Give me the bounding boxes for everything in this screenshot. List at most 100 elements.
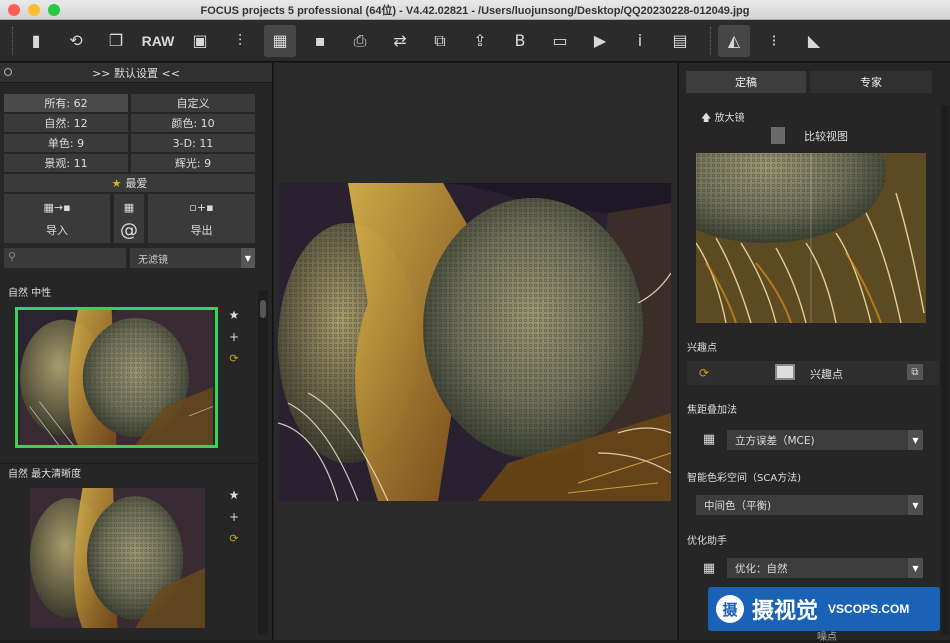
search-input[interactable]: ⚲ [4,248,126,268]
import-button[interactable]: 导入 [4,217,110,243]
tab-expert[interactable]: 专家 [810,71,932,93]
category-mono[interactable]: 单色: 9 [4,134,128,152]
favorite-star-icon[interactable]: ★ [229,488,240,502]
stack-section-title: 焦距叠加法 [687,405,737,416]
poi-label: 兴趣点 [810,368,843,381]
preset-category-grid: 所有: 62 自定义 自然: 12 颜色: 10 单色: 9 3-D: 11 景… [4,94,256,172]
info-icon[interactable]: i [624,25,656,57]
toolbar-separator [12,26,14,55]
window-controls [8,4,60,16]
watermark-cn: 摄视觉 [752,599,819,624]
tools-panel: 定稿 专家 🡅 放大镜 比较视图 兴趣点 ⟳ 兴趣点 ⧉ 焦距叠加法 ▦ 立方误… [678,63,950,643]
preset-thumbnail-image [30,488,205,628]
main-photo[interactable] [278,183,671,501]
copy-settings-icon[interactable]: ❐ [100,25,132,57]
close-window-button[interactable] [8,4,20,16]
magnifier-preview[interactable] [696,153,926,323]
preset-thumbnail-selected[interactable] [15,307,218,448]
bookmark-icon[interactable]: B [504,25,536,57]
histogram-icon[interactable]: ▤ [664,25,696,57]
title-bar: FOCUS projects 5 professional (64位) - V4… [0,0,950,20]
presets-header[interactable]: >> 默认设置 << [0,63,272,83]
filter-value: 无滤镜 [138,254,168,266]
category-landscape[interactable]: 景观: 11 [4,154,128,172]
watermark-icon: 摄 [716,595,744,623]
main-toolbar: ▮ ⟲ ❐ RAW ▣ ⫶ ▦ ▪ ⎙ ⇄ ⧉ ⇪ B ▭ ▶ i ▤ ◭ ⁝ … [0,20,950,62]
swap-icon[interactable]: ⟳ [229,352,238,365]
compare-icon[interactable]: ◭ [718,24,750,57]
preset-title: 自然 最大清晰度 [0,463,258,480]
stack-method-select[interactable]: 立方误差（MCE) ▼ [727,430,923,450]
grid-to-save-icon: ▦→▪ [43,200,71,214]
maximize-window-button[interactable] [48,4,60,16]
favorites-button[interactable]: ★ 最爱 [4,174,255,192]
category-all[interactable]: 所有: 62 [4,94,128,112]
compare-toggle-icon[interactable] [771,127,785,144]
raw-icon[interactable]: RAW [140,25,176,57]
flip-icon[interactable]: ◣ [798,25,830,57]
batch-icon[interactable]: ⇄ [384,25,416,57]
color-space-select[interactable]: 中间色（平衡) ▼ [696,495,923,515]
watermark-en: VSCOPS.COM [828,602,910,616]
category-glow[interactable]: 辉光: 9 [131,154,255,172]
tab-final[interactable]: 定稿 [686,71,806,93]
presets-panel: >> 默认设置 << 所有: 62 自定义 自然: 12 颜色: 10 单色: … [0,63,273,640]
favorite-star-icon[interactable]: ★ [229,308,240,322]
category-color[interactable]: 颜色: 10 [131,114,255,132]
crop-icon[interactable]: ⁝ [758,25,790,57]
chevron-down-icon: ▼ [908,495,923,515]
category-3d[interactable]: 3-D: 11 [131,134,255,152]
tools-icon[interactable]: ⫶ [224,25,256,57]
grid-icon: ▦ [123,200,135,214]
export-button[interactable]: 导出 [148,217,255,243]
save-icon[interactable]: ▪ [304,25,336,57]
preset-actions: ★ + ⟳ [226,488,242,545]
document-icon[interactable]: ▮ [20,25,52,57]
grid-settings-icon[interactable]: ▦ [698,430,720,448]
history-icon[interactable]: ⟲ [60,25,92,57]
minimize-window-button[interactable] [28,4,40,16]
image-viewer[interactable] [274,63,677,640]
color-section-title: 智能色彩空间（SCA方法) [687,473,802,484]
slideshow-icon[interactable]: ▭ [544,25,576,57]
window-title: FOCUS projects 5 professional (64位) - V4… [200,4,750,17]
optimize-select[interactable]: 优化：自然 ▼ [727,558,923,578]
export-icon[interactable]: ⧉ [424,25,456,57]
add-icon[interactable]: + [229,510,239,524]
add-icon[interactable]: + [229,330,239,344]
presets-icon[interactable]: ▦ [264,24,296,57]
tools-scrollbar[interactable] [941,105,949,635]
print-icon[interactable]: ⎙ [344,25,376,57]
compare-view-label: 比较视图 [804,130,848,143]
arrow-up-icon: 🡅 [701,113,712,124]
category-custom[interactable]: 自定义 [131,94,255,112]
refresh-icon[interactable]: ⟳ [699,366,709,380]
grid-settings-icon[interactable]: ▦ [698,559,720,577]
filter-select[interactable]: 无滤镜 ▼ [130,248,255,268]
play-icon[interactable]: ▶ [584,25,616,57]
images-icon[interactable]: ▣ [184,25,216,57]
combine-icon: ▫+▪ [189,200,214,214]
poi-icon[interactable] [775,364,795,380]
stack-method-value: 立方误差（MCE) [735,434,815,447]
optimize-section-title: 优化助手 [687,536,727,547]
email-icon[interactable]: @ [114,217,144,243]
presets-header-label: >> 默认设置 << [92,66,180,80]
preset-actions: ★ + ⟳ [226,308,242,365]
swap-icon[interactable]: ⟳ [229,532,238,545]
optimize-value: 优化：自然 [735,562,788,575]
scrollbar-thumb[interactable] [260,300,266,318]
preset-thumbnail[interactable] [30,488,205,628]
presets-scrollbar[interactable] [258,290,268,635]
chevron-down-icon: ▼ [908,430,923,450]
share-icon[interactable]: ⇪ [464,25,496,57]
category-natural[interactable]: 自然: 12 [4,114,128,132]
color-space-value: 中间色（平衡) [704,499,772,512]
favorites-label: 最爱 [125,177,148,190]
poi-section-title: 兴趣点 [687,343,717,354]
magnifier-section[interactable]: 🡅 放大镜 [701,109,744,128]
preset-title: 自然 中性 [8,288,52,299]
poi-settings-icon[interactable]: ⧉ [907,364,923,380]
eye-icon[interactable] [4,68,12,76]
magnifier-image [696,153,926,323]
